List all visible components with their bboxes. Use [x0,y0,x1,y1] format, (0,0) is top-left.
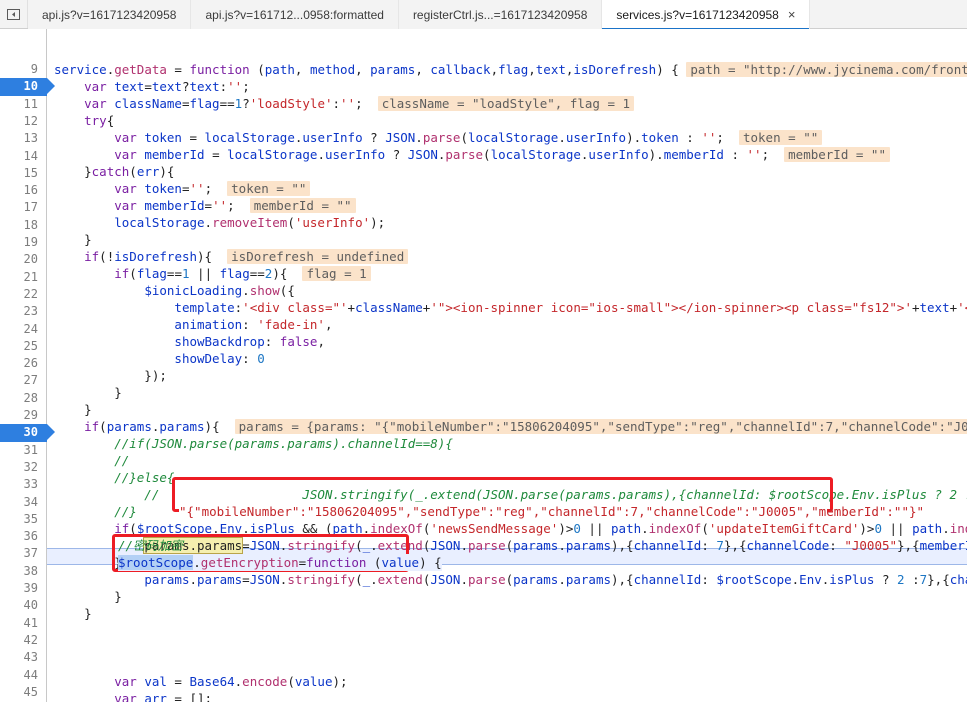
line-number-18[interactable]: 18 [0,217,47,234]
line-number-22[interactable]: 22 [0,286,47,303]
line-number-40[interactable]: 40 [0,597,47,614]
line-number-13[interactable]: 13 [0,130,47,147]
line-number-31[interactable]: 31 [0,442,47,459]
line-number-36[interactable]: 36 [0,528,47,545]
code-line-36: if($rootScope.Env.isPlus && (path.indexO… [114,521,967,536]
code-line-14: var memberId = localStorage.userInfo ? J… [48,146,890,163]
line-number-29[interactable]: 29 [0,407,47,424]
inline-hint-line16: token = "" [227,181,311,196]
tab-api-js-formatted[interactable]: api.js?v=161712...0958:formatted [191,0,399,29]
line-number-12[interactable]: 12 [0,113,47,130]
line-number-32[interactable]: 32 [0,459,47,476]
inline-hint-line11: className = "loadStyle", flag = 1 [377,96,635,111]
code-line-18: localStorage.removeItem('userInfo'); [114,215,386,230]
code-line-46: var arr = []; [114,691,213,702]
tab-label: api.js?v=1617123420958 [42,7,177,22]
line-number-44[interactable]: 44 [0,667,47,684]
selected-token: $rootScope [118,555,194,570]
panel-toggle-icon[interactable] [0,0,28,28]
code-line-27: }); [54,368,167,383]
code-line-15: }catch(err){ [54,164,175,179]
code-line-41: } [54,606,92,621]
line-number-34[interactable]: 34 [0,494,47,511]
code-line-24: animation: 'fade-in', [174,317,333,332]
code-line-16: var token=''; token = "" [48,180,311,197]
code-content[interactable]: service.getData = function (path, method… [48,29,967,702]
line-number-26[interactable]: 26 [0,355,47,372]
line-number-17[interactable]: 17 [0,199,47,216]
code-line-29: } [54,402,92,417]
tab-api-js[interactable]: api.js?v=1617123420958 [28,0,192,29]
code-line-30: if(params.params){ params = {params: "{"… [48,418,967,435]
close-icon[interactable]: × [788,8,796,21]
tab-label: api.js?v=161712...0958:formatted [205,7,384,22]
encryption-callout-comment: //密码加密 [118,538,184,553]
code-line-28: } [54,385,122,400]
line-number-15[interactable]: 15 [0,165,47,182]
line-number-21[interactable]: 21 [0,269,47,286]
line-number-33[interactable]: 33 [0,476,47,493]
code-line-10: var text=text?text:''; [84,79,250,94]
code-line-23: template:'<div class="'+className+'"><io… [174,300,967,315]
line-number-43[interactable]: 43 [0,649,47,666]
code-line-35: //} [54,504,137,519]
line-number-27[interactable]: 27 [0,372,47,389]
tab-label: services.js?v=1617123420958 [616,7,779,22]
line-number-24[interactable]: 24 [0,321,47,338]
inline-hint-line14: memberId = "" [784,147,890,162]
code-line-40: } [54,589,122,604]
code-line-39: params.params=JSON.stringify(_.extend(JS… [144,572,967,587]
line-number-14[interactable]: 14 [0,148,47,165]
line-number-16[interactable]: 16 [0,182,47,199]
inline-hint-line30: params = {params: "{"mobileNumber":"1580… [234,419,967,434]
tab-bar: api.js?v=1617123420958 api.js?v=161712..… [0,0,967,30]
code-line-19: } [54,232,92,247]
code-line-17: var memberId=''; memberId = "" [48,197,356,214]
line-number-10[interactable]: 10 [0,78,55,96]
code-editor[interactable]: 9 10 11 12 13 14 15 16 17 18 19 20 21 22 23 24 25 26 27 28 2… [0,29,967,702]
code-line-34: // JSON.stringify(_.extend(JSON.parse(pa… [144,487,967,502]
tab-services-js[interactable]: services.js?v=1617123420958 × [602,0,811,30]
line-number-35[interactable]: 35 [0,511,47,528]
code-line-25: showBackdrop: false, [174,334,325,349]
inline-hint-line21: flag = 1 [302,266,371,281]
inline-hint-line13: token = "" [738,130,823,145]
code-line-37: params.params=JSON.stringify(_.extend(JS… [143,537,967,554]
line-number-28[interactable]: 28 [0,390,47,407]
code-line-20: if(!isDorefresh){ isDorefresh = undefine… [48,248,409,265]
code-line-11: var className=flag==1?'loadStyle':''; cl… [48,95,635,112]
tab-registerctrl-js[interactable]: registerCtrl.js...=1617123420958 [398,0,603,29]
line-number-38[interactable]: 38 [0,563,47,580]
code-line-32: // [54,453,130,468]
code-line-45: var val = Base64.encode(value); [114,674,348,689]
inline-hint-line17: memberId = "" [249,198,356,213]
line-number-23[interactable]: 23 [0,303,47,320]
line-number-25[interactable]: 25 [0,338,47,355]
line-number-11[interactable]: 11 [0,96,47,113]
line-number-9[interactable]: 9 [0,61,47,78]
tab-label: registerCtrl.js...=1617123420958 [412,7,588,22]
code-line-22: $ionicLoading.show({ [144,283,295,298]
code-line-33: //}else{ [54,470,175,485]
code-line-12: try{ [84,113,115,128]
params-json-callout-text: "{"mobileNumber":"15806204095","sendType… [179,503,925,521]
inline-hint-line20: isDorefresh = undefined [227,249,409,264]
line-number-39[interactable]: 39 [0,580,47,597]
code-line-13: var token = localStorage.userInfo ? JSON… [48,129,823,146]
line-number-gutter[interactable]: 9 10 11 12 13 14 15 16 17 18 19 20 21 22 23 24 25 26 27 28 2… [0,29,55,702]
line-number-45[interactable]: 45 [0,684,47,701]
line-number-42[interactable]: 42 [0,632,47,649]
code-line-26: showDelay: 0 [174,351,265,366]
inline-hint-line9: path = "http://www.jycinema.com/frontUIW… [686,62,967,77]
encryption-callout-code: $rootScope.getEncryption=function (value… [118,554,442,572]
line-number-37[interactable]: 37 [0,545,47,562]
line-number-20[interactable]: 20 [0,251,47,268]
code-line-21: if(flag==1 || flag==2){ flag = 1 [48,265,371,282]
code-line-9: service.getData = function (path, method… [48,61,967,78]
code-line-31: //if(JSON.parse(params.params).channelId… [54,436,453,451]
line-number-19[interactable]: 19 [0,234,47,251]
line-number-30[interactable]: 30 [0,424,55,442]
line-number-41[interactable]: 41 [0,615,47,632]
